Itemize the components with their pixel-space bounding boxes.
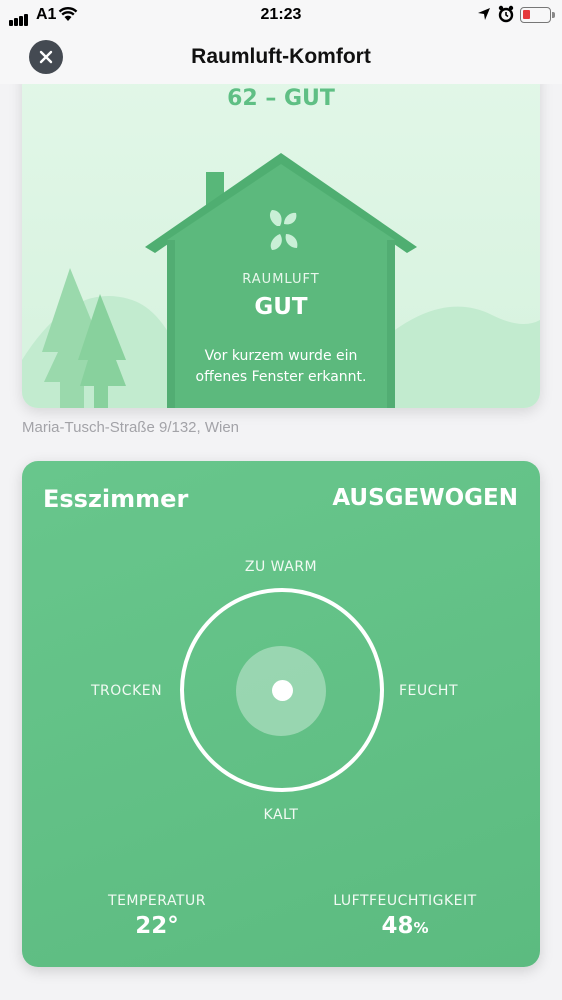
temperature-value: 22° <box>135 913 179 939</box>
room-comfort-status: AUSGEWOGEN <box>332 485 518 511</box>
dial-label-too-warm: ZU WARM <box>244 559 318 575</box>
air-quality-card[interactable]: 62 – GUT RAUMLUFT GUT Vor kurzem wurde e… <box>22 60 540 408</box>
humidity-unit: % <box>413 919 429 937</box>
dial-label-cold: KALT <box>263 807 299 823</box>
address-text: Maria-Tusch-Straße 9/132, Wien <box>22 419 240 436</box>
comfort-indicator-dot <box>272 680 293 701</box>
navigation-bar: Raumluft-Komfort <box>0 32 562 84</box>
status-bar: A1 21:23 <box>0 0 562 32</box>
temperature-label: TEMPERATUR <box>108 893 206 909</box>
location-arrow-icon <box>476 6 492 27</box>
humidity-label: LUFTFEUCHTIGKEIT <box>333 893 477 909</box>
air-quality-score: 62 – GUT <box>227 86 335 111</box>
room-name: Esszimmer <box>43 485 189 513</box>
room-comfort-card[interactable]: Esszimmer AUSGEWOGEN ZU WARM KALT TROCKE… <box>22 461 540 967</box>
dial-label-humid: FEUCHT <box>399 683 458 699</box>
alarm-clock-icon <box>498 5 514 28</box>
page-title: Raumluft-Komfort <box>191 45 371 68</box>
air-quality-message: Vor kurzem wurde ein offenes Fenster erk… <box>195 348 367 385</box>
air-quality-label: RAUMLUFT <box>242 272 320 287</box>
dial-label-dry: TROCKEN <box>91 683 163 699</box>
humidity-value: 48% <box>305 913 505 939</box>
battery-icon <box>520 7 555 23</box>
humidity-number: 48 <box>381 913 414 939</box>
air-quality-status: GUT <box>254 294 308 320</box>
